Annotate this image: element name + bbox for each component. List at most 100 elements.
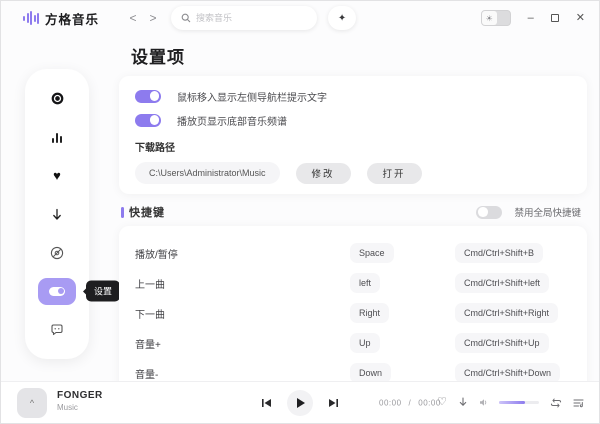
- repeat-mode-button[interactable]: [550, 398, 562, 408]
- album-art-expand-button[interactable]: ^: [17, 388, 47, 418]
- sidebar-item-feedback[interactable]: [38, 316, 76, 343]
- section-marker: [121, 207, 124, 218]
- sidebar-item-music[interactable]: [38, 85, 76, 112]
- shortcuts-title: 快捷键: [129, 204, 165, 220]
- sidebar-item-recent[interactable]: [38, 239, 76, 266]
- track-subtitle: Music: [57, 403, 103, 412]
- sun-icon: ☀: [482, 11, 497, 25]
- play-icon: [297, 398, 305, 408]
- repeat-icon: [550, 398, 562, 408]
- play-button[interactable]: [287, 390, 313, 416]
- search-input[interactable]: [196, 13, 296, 23]
- nav-tips-label: 鼠标移入显示左侧导航栏提示文字: [177, 89, 327, 104]
- spectrum-toggle[interactable]: [135, 114, 161, 127]
- time-separator: /: [409, 398, 412, 407]
- shortcuts-header: 快捷键 禁用全局快捷键: [121, 204, 585, 220]
- modify-path-button[interactable]: 修改: [296, 163, 351, 184]
- shortcut-row-volume-up: 音量+ Up Cmd/Ctrl+Shift+Up: [135, 328, 571, 358]
- shortcut-action-label: 音量-: [135, 366, 350, 381]
- like-button[interactable]: ♡: [437, 397, 447, 408]
- app-logo: 方格音乐: [23, 9, 99, 28]
- shortcut-key[interactable]: Right: [350, 303, 389, 323]
- shortcut-global-key[interactable]: Cmd/Ctrl+Shift+Right: [455, 303, 558, 323]
- shortcut-key[interactable]: Space: [350, 243, 394, 263]
- shortcut-action-label: 音量+: [135, 336, 350, 351]
- track-title: FONGER: [57, 390, 103, 401]
- shortcut-action-label: 下一曲: [135, 306, 350, 321]
- disc-icon: [51, 92, 64, 105]
- settings-toggle-icon: [49, 287, 65, 296]
- shortcut-row-previous: 上一曲 left Cmd/Ctrl+Shift+left: [135, 268, 571, 298]
- next-track-button[interactable]: [328, 398, 339, 408]
- sparkle-icon: ✦: [338, 13, 346, 24]
- track-info: FONGER Music: [57, 390, 103, 412]
- caret-up-icon: ^: [30, 398, 34, 408]
- next-icon: [328, 398, 339, 408]
- download-arrow-icon: [51, 208, 63, 221]
- volume-slider-fill: [499, 401, 525, 404]
- shortcut-action-label: 播放/暂停: [135, 246, 350, 261]
- maximize-button[interactable]: [551, 14, 559, 22]
- settings-page: 设置项 鼠标移入显示左侧导航栏提示文字 播放页显示底部音乐频谱 下载路径 C:\…: [119, 43, 587, 399]
- download-path-label: 下载路径: [135, 139, 571, 154]
- chart-bars-icon: [52, 132, 61, 143]
- shortcut-key[interactable]: left: [350, 273, 380, 293]
- download-track-button[interactable]: [458, 397, 468, 408]
- time-display: 00:00 / 00:00: [379, 398, 441, 407]
- shortcuts-card: 播放/暂停 Space Cmd/Ctrl+Shift+B 上一曲 left Cm…: [119, 226, 587, 399]
- playlist-button[interactable]: [573, 398, 584, 408]
- setting-row-spectrum: 播放页显示底部音乐频谱: [135, 108, 571, 132]
- speaker-icon: [479, 398, 488, 407]
- logo-waveform-icon: [23, 11, 39, 25]
- volume-slider[interactable]: [499, 401, 539, 404]
- shortcut-global-key[interactable]: Cmd/Ctrl+Shift+left: [455, 273, 549, 293]
- minimize-button[interactable]: –: [528, 13, 534, 24]
- playback-controls: [261, 382, 339, 423]
- disable-global-shortcuts-toggle[interactable]: [476, 206, 502, 219]
- app-window: 方格音乐 < > ✦ ☀ – ✕: [0, 0, 600, 424]
- nav-tips-toggle[interactable]: [135, 90, 161, 103]
- app-title: 方格音乐: [45, 9, 99, 28]
- previous-track-button[interactable]: [261, 398, 272, 408]
- heart-icon: ♥: [53, 169, 61, 182]
- cd-icon: [50, 246, 64, 260]
- shortcut-global-key[interactable]: Cmd/Ctrl+Shift+Down: [455, 363, 560, 383]
- sidebar-item-favorites[interactable]: ♥: [38, 162, 76, 189]
- spectrum-label: 播放页显示底部音乐频谱: [177, 113, 287, 128]
- back-button[interactable]: <: [123, 11, 143, 25]
- sidebar-item-settings[interactable]: 设置: [38, 278, 76, 305]
- sidebar: ♥ 设置: [25, 69, 89, 359]
- heart-outline-icon: ♡: [437, 397, 447, 408]
- download-path-row: C:\Users\Administrator\Music 修改 打开: [135, 162, 571, 184]
- settings-tooltip: 设置: [86, 281, 120, 302]
- sidebar-item-charts[interactable]: [38, 124, 76, 151]
- shortcut-row-next: 下一曲 Right Cmd/Ctrl+Shift+Right: [135, 298, 571, 328]
- shortcut-action-label: 上一曲: [135, 276, 350, 291]
- disable-global-shortcuts-label: 禁用全局快捷键: [514, 205, 581, 219]
- forward-button[interactable]: >: [143, 11, 163, 25]
- close-button[interactable]: ✕: [576, 13, 585, 24]
- chat-bubble-icon: [50, 323, 64, 337]
- sparkle-button[interactable]: ✦: [328, 6, 356, 30]
- player-bar: ^ FONGER Music 00:00: [1, 381, 599, 423]
- search-icon: [181, 13, 191, 23]
- shortcut-row-play-pause: 播放/暂停 Space Cmd/Ctrl+Shift+B: [135, 238, 571, 268]
- page-title: 设置项: [131, 43, 587, 68]
- download-icon: [458, 397, 468, 408]
- sidebar-item-downloads[interactable]: [38, 201, 76, 228]
- player-right-controls: ♡: [437, 382, 584, 423]
- playlist-icon: [573, 398, 584, 408]
- shortcut-key[interactable]: Up: [350, 333, 380, 353]
- current-time: 00:00: [379, 398, 402, 407]
- volume-button[interactable]: [479, 398, 488, 407]
- previous-icon: [261, 398, 272, 408]
- shortcut-global-key[interactable]: Cmd/Ctrl+Shift+B: [455, 243, 543, 263]
- open-path-button[interactable]: 打开: [367, 163, 422, 184]
- titlebar: 方格音乐 < > ✦ ☀ – ✕: [1, 1, 599, 35]
- search-box[interactable]: [171, 6, 317, 30]
- shortcut-key[interactable]: Down: [350, 363, 391, 383]
- setting-row-nav-tips: 鼠标移入显示左侧导航栏提示文字: [135, 84, 571, 108]
- download-path-field[interactable]: C:\Users\Administrator\Music: [135, 162, 280, 184]
- shortcut-global-key[interactable]: Cmd/Ctrl+Shift+Up: [455, 333, 549, 353]
- theme-toggle[interactable]: ☀: [481, 10, 511, 26]
